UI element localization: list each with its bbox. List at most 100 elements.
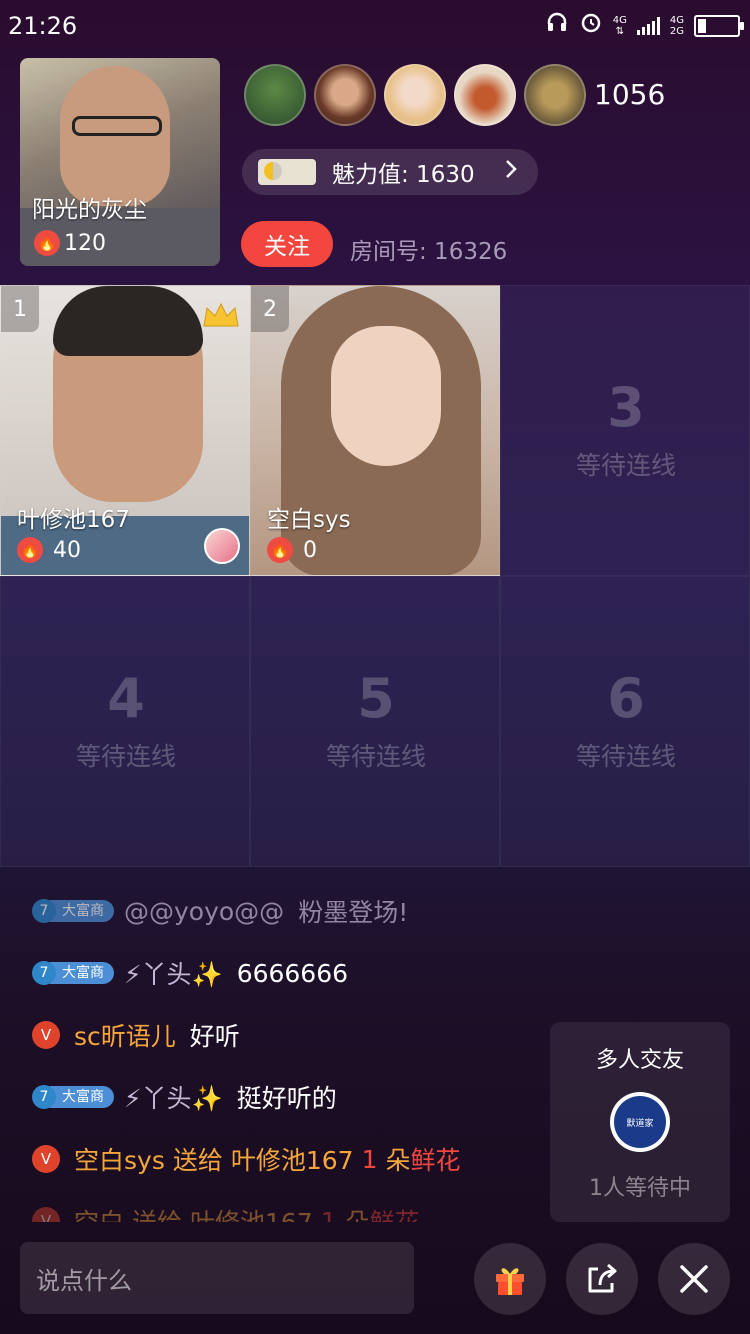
guest-heat-value: 0 — [303, 537, 317, 563]
chevron-right-icon — [504, 158, 518, 186]
slot-index: 1 — [1, 286, 39, 332]
gift-name: 鲜花 — [410, 1146, 461, 1175]
guest-slot-3[interactable]: 3 等待连线 — [500, 285, 750, 576]
chat-text: 6666666 — [236, 958, 349, 988]
network-type-label-3: 2G — [669, 26, 684, 37]
slot-waiting-text: 等待连线 — [325, 742, 426, 771]
close-button[interactable] — [658, 1243, 730, 1315]
gift-verb: 送给 — [132, 1203, 182, 1222]
headphones-icon — [545, 10, 569, 42]
alarm-icon — [579, 10, 603, 42]
chat-user[interactable]: 空白sys — [74, 1141, 165, 1177]
panel-title: 多人交友 — [595, 1048, 684, 1073]
guest-slot-1[interactable]: 1 叶修池167 🔥 40 — [0, 285, 250, 576]
slot-number: 4 — [107, 667, 145, 730]
audience-count[interactable]: 1056 — [594, 78, 665, 111]
level-badge: 7 大富商 — [32, 1085, 114, 1109]
waiting-count: 1人等待中 — [589, 1176, 691, 1201]
chat-message: 7 大富商 @@yoyo@@ 粉墨登场! — [18, 880, 538, 942]
level-number: 7 — [32, 899, 56, 923]
battery-icon — [694, 15, 744, 37]
guest-name: 叶修池167 — [17, 507, 130, 533]
chat-text: 粉墨登场! — [298, 898, 409, 927]
guest-heat: 🔥 0 — [267, 537, 317, 563]
follow-button[interactable]: 关注 — [241, 221, 333, 267]
network-indicator-1: 4G ⇅ — [613, 15, 627, 37]
guest-name: 空白sys — [267, 507, 351, 533]
chat-user[interactable]: 空白 — [74, 1203, 124, 1222]
chat-message: V sc昕语儿 好听 — [18, 1004, 538, 1066]
vip-badge: V — [32, 1021, 60, 1049]
guest-slot-5[interactable]: 5 等待连线 — [250, 576, 500, 867]
host-name: 阳光的灰尘 — [32, 197, 147, 223]
chat-text: 好听 — [189, 1022, 240, 1051]
gift-button[interactable] — [474, 1243, 546, 1315]
level-tag: 大富商 — [50, 962, 114, 984]
chat-user[interactable]: sc昕语儿 — [74, 1017, 176, 1053]
network-type-label-2: 4G — [669, 15, 684, 26]
gift-unit: 朵 — [345, 1203, 370, 1222]
level-number: 7 — [32, 961, 56, 985]
avatar-text: 默道家 — [614, 1096, 666, 1148]
slot-number: 3 — [607, 376, 645, 439]
guest-slot-2[interactable]: 2 空白sys 🔥 0 — [250, 285, 500, 576]
status-icons: 4G ⇅ 4G 2G — [545, 10, 744, 42]
level-number: 7 — [32, 1085, 56, 1109]
multi-friend-panel[interactable]: 多人交友 默道家 1人等待中 — [550, 1022, 730, 1222]
chat-user[interactable]: ⚡丫头✨ — [124, 955, 223, 991]
room-number: 房间号: 16326 — [350, 239, 508, 265]
level-tag: 大富商 — [50, 1086, 114, 1108]
audience-avatar[interactable] — [524, 64, 586, 126]
top-gifter-avatar[interactable] — [204, 528, 240, 564]
gift-name: 鲜花 — [370, 1203, 420, 1222]
guest-heat-value: 40 — [53, 537, 81, 563]
host-glasses — [72, 116, 162, 136]
guest-slot-6[interactable]: 6 等待连线 — [500, 576, 750, 867]
slot-index: 2 — [251, 286, 289, 332]
charm-value-text: 魅力值: 1630 — [332, 162, 475, 188]
chat-gift-message: V 空白sys 送给 叶修池167 1 朵 鲜花 — [18, 1128, 538, 1190]
gift-unit: 朵 — [385, 1146, 411, 1175]
charm-level-badge — [258, 159, 316, 185]
gift-target[interactable]: 叶修池167 — [190, 1203, 313, 1222]
chat-user[interactable]: @@yoyo@@ — [124, 897, 284, 926]
chat-message: 7 大富商 ⚡丫头✨ 6666666 — [18, 942, 538, 1004]
chat-input[interactable]: 说点什么 — [20, 1242, 414, 1314]
gift-icon — [496, 1268, 524, 1295]
status-time: 21:26 — [8, 12, 78, 40]
live-room-screen: 21:26 4G ⇅ 4G 2G 阳光的灰尘 🔥 120 1056 魅力值: 1… — [0, 0, 750, 1334]
waiting-user-avatar[interactable]: 默道家 — [610, 1092, 670, 1152]
host-heat-value: 120 — [64, 230, 106, 256]
chat-user[interactable]: ⚡丫头✨ — [124, 1079, 223, 1115]
slot-waiting-text: 等待连线 — [575, 451, 676, 480]
gift-qty: 1 — [320, 1206, 337, 1223]
gift-target[interactable]: 叶修池167 — [231, 1141, 354, 1177]
host-face — [60, 66, 170, 206]
gift-verb: 送给 — [172, 1146, 223, 1175]
audience-avatar[interactable] — [454, 64, 516, 126]
share-icon — [588, 1263, 617, 1293]
level-tag: 大富商 — [50, 900, 114, 922]
signal-icon — [636, 17, 660, 35]
chat-gift-message: V 空白 送给 叶修池167 1 朵 鲜花 — [18, 1190, 538, 1222]
slot-number: 6 — [607, 667, 645, 730]
audience-avatar[interactable] — [384, 64, 446, 126]
chat-list[interactable]: 7 大富商 @@yoyo@@ 粉墨登场! 7 大富商 ⚡丫头✨ 6666666 … — [18, 880, 538, 1222]
slot-number: 5 — [357, 667, 395, 730]
close-icon — [680, 1265, 708, 1293]
audience-avatar[interactable] — [244, 64, 306, 126]
guest-slot-4[interactable]: 4 等待连线 — [0, 576, 250, 867]
network-type-label: 4G — [612, 15, 627, 26]
audience-avatar[interactable] — [314, 64, 376, 126]
gift-qty: 1 — [361, 1144, 378, 1174]
level-badge: 7 大富商 — [32, 899, 114, 923]
vip-badge: V — [32, 1145, 60, 1173]
host-video-card[interactable]: 阳光的灰尘 🔥 120 — [20, 58, 220, 266]
share-button[interactable] — [566, 1243, 638, 1315]
battery-level — [698, 19, 706, 33]
charm-value-pill[interactable]: 魅力值: 1630 — [242, 149, 538, 195]
slot-waiting-text: 等待连线 — [75, 742, 176, 771]
level-badge: 7 大富商 — [32, 961, 114, 985]
guest-hair — [53, 286, 203, 356]
data-arrows-icon: ⇅ — [615, 26, 624, 37]
